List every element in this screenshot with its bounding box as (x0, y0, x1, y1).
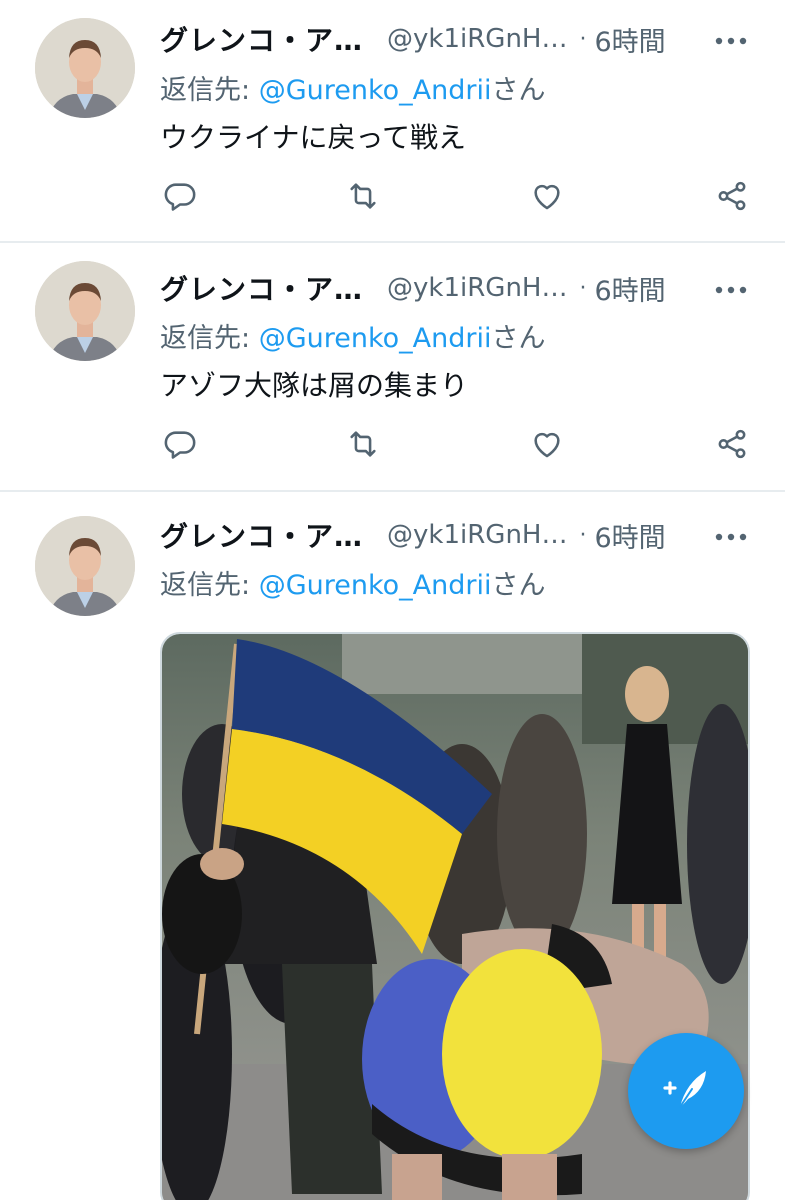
timestamp[interactable]: 6時間 (594, 516, 665, 555)
reply-icon[interactable] (160, 424, 200, 464)
more-icon[interactable] (715, 31, 747, 45)
tweet-header: グレンコ・ア… @yk1iRGnH… · 6時間 (160, 266, 785, 310)
user-handle[interactable]: @yk1iRGnH… (387, 273, 567, 303)
reply-icon[interactable] (160, 176, 200, 216)
tweet-1[interactable]: グレンコ・ア… @yk1iRGnH… · 6時間 返信先: @Gurenko_A… (0, 0, 785, 243)
separator-dot: · (579, 522, 587, 548)
reply-prefix: 返信先: (160, 75, 259, 106)
compose-tweet-icon (658, 1061, 714, 1121)
tweet-text: アゾフ大隊は屑の集まり (160, 369, 469, 402)
reply-context: 返信先: @Gurenko_Andriiさん (160, 316, 545, 355)
avatar[interactable] (35, 261, 135, 361)
more-icon[interactable] (715, 280, 747, 294)
like-icon[interactable] (527, 176, 567, 216)
share-icon[interactable] (712, 424, 752, 464)
separator-dot: · (579, 26, 587, 52)
separator-dot: · (579, 275, 587, 301)
avatar[interactable] (35, 516, 135, 616)
reply-context: 返信先: @Gurenko_Andriiさん (160, 563, 545, 602)
tweet-text: ウクライナに戻って戦え (160, 121, 467, 154)
tweet-header: グレンコ・ア… @yk1iRGnH… · 6時間 (160, 17, 785, 61)
user-handle[interactable]: @yk1iRGnH… (387, 520, 567, 550)
share-icon[interactable] (712, 176, 752, 216)
avatar-image (35, 261, 135, 361)
display-name[interactable]: グレンコ・ア… (160, 515, 363, 555)
display-name[interactable]: グレンコ・ア… (160, 268, 363, 308)
more-icon[interactable] (715, 527, 747, 541)
user-handle[interactable]: @yk1iRGnH… (387, 24, 567, 54)
avatar-image (35, 516, 135, 616)
tweet-2[interactable]: グレンコ・ア… @yk1iRGnH… · 6時間 返信先: @Gurenko_A… (0, 243, 785, 492)
retweet-icon[interactable] (343, 176, 383, 216)
reply-to-link[interactable]: @Gurenko_Andrii (259, 75, 492, 106)
reply-suffix: さん (491, 75, 546, 106)
reply-prefix: 返信先: (160, 570, 259, 601)
tweet-header: グレンコ・ア… @yk1iRGnH… · 6時間 (160, 513, 785, 557)
reply-suffix: さん (491, 323, 546, 354)
display-name[interactable]: グレンコ・ア… (160, 19, 363, 59)
timestamp[interactable]: 6時間 (594, 20, 665, 59)
reply-to-link[interactable]: @Gurenko_Andrii (259, 570, 492, 601)
avatar-image (35, 18, 135, 118)
tweet-actions (160, 424, 760, 464)
reply-suffix: さん (491, 570, 546, 601)
compose-tweet-button[interactable] (628, 1033, 744, 1149)
like-icon[interactable] (527, 424, 567, 464)
timestamp[interactable]: 6時間 (594, 269, 665, 308)
reply-to-link[interactable]: @Gurenko_Andrii (259, 323, 492, 354)
reply-context: 返信先: @Gurenko_Andriiさん (160, 68, 545, 107)
tweet-actions (160, 176, 760, 216)
avatar[interactable] (35, 18, 135, 118)
reply-prefix: 返信先: (160, 323, 259, 354)
retweet-icon[interactable] (343, 424, 383, 464)
